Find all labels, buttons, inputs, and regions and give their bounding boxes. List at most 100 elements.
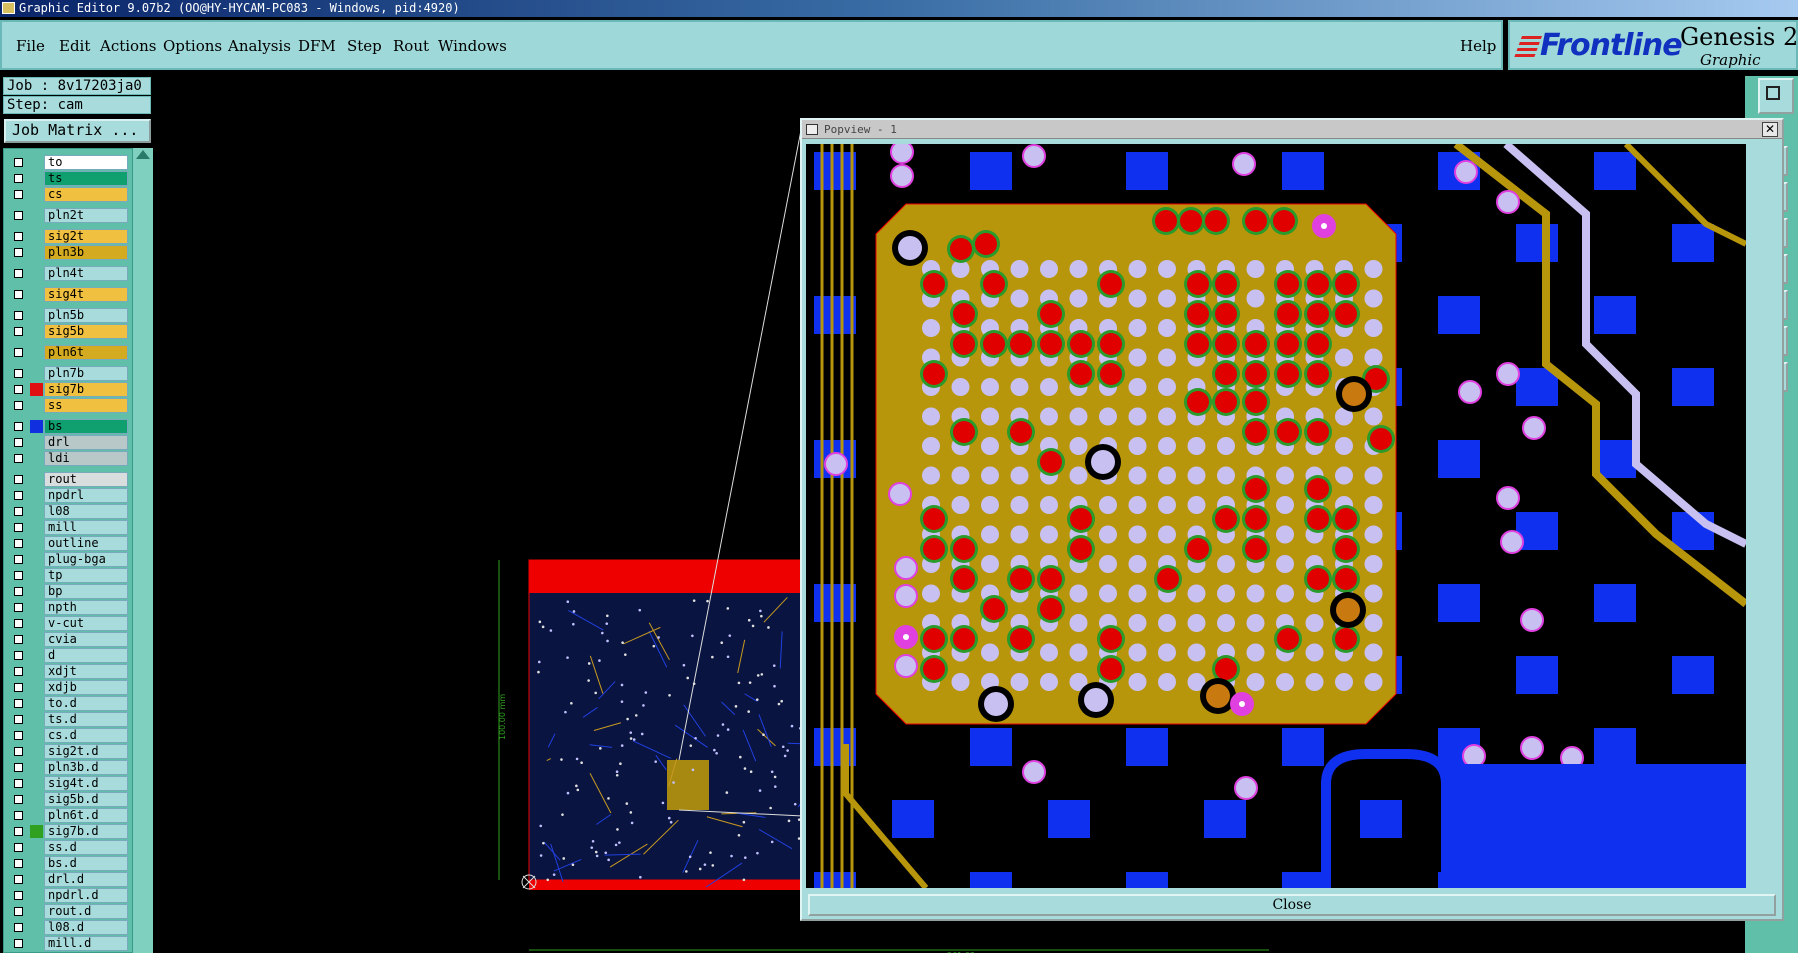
layer-name[interactable]: pln6t.d (44, 808, 128, 823)
popview-canvas[interactable] (806, 144, 1746, 888)
layer-name[interactable]: npth (44, 600, 128, 615)
layer-name[interactable]: pln3b.d (44, 760, 128, 775)
layer-row-sig7b[interactable]: sig7b (8, 382, 129, 397)
menu-rout[interactable]: Rout (393, 37, 429, 55)
layer-name[interactable]: l08.d (44, 920, 128, 935)
layer-row-pln4t[interactable]: pln4t (8, 266, 129, 281)
layer-row-sig7b.d[interactable]: sig7b.d (8, 824, 129, 839)
layer-checkbox[interactable] (14, 475, 23, 484)
layer-checkbox[interactable] (14, 715, 23, 724)
menu-dfm[interactable]: DFM (298, 37, 336, 55)
layer-checkbox[interactable] (14, 290, 23, 299)
layer-name[interactable]: pln5b (44, 308, 128, 323)
layer-row-to.d[interactable]: to.d (8, 696, 129, 711)
layer-checkbox[interactable] (14, 401, 23, 410)
layer-list-scrollbar[interactable] (132, 148, 153, 953)
layer-row-pln7b[interactable]: pln7b (8, 366, 129, 381)
layer-name[interactable]: cs.d (44, 728, 128, 743)
layer-name[interactable]: pln7b (44, 366, 128, 381)
layer-name[interactable]: to.d (44, 696, 128, 711)
layer-row-bp[interactable]: bp (8, 584, 129, 599)
scroll-up-arrow-icon[interactable] (136, 150, 150, 159)
layer-row-sig2t[interactable]: sig2t (8, 229, 129, 244)
layer-name[interactable]: tp (44, 568, 128, 583)
layer-row-bs[interactable]: bs (8, 419, 129, 434)
layer-checkbox[interactable] (14, 491, 23, 500)
layer-row-ts[interactable]: ts (8, 171, 129, 186)
layer-checkbox[interactable] (14, 190, 23, 199)
layer-name[interactable]: pln2t (44, 208, 128, 223)
close-button[interactable]: Close (808, 894, 1776, 916)
menu-windows[interactable]: Windows (438, 37, 507, 55)
layer-checkbox[interactable] (14, 232, 23, 241)
layer-name[interactable]: d (44, 648, 128, 663)
layer-checkbox[interactable] (14, 923, 23, 932)
layer-name[interactable]: ts.d (44, 712, 128, 727)
layer-checkbox[interactable] (14, 699, 23, 708)
menu-actions[interactable]: Actions (100, 37, 156, 55)
layer-checkbox[interactable] (14, 667, 23, 676)
layer-name[interactable]: pln3b (44, 245, 128, 260)
layer-name[interactable]: cs (44, 187, 128, 202)
layer-name[interactable]: sig5b.d (44, 792, 128, 807)
menu-step[interactable]: Step (347, 37, 382, 55)
layer-name[interactable]: xdjt (44, 664, 128, 679)
layer-name[interactable]: sig7b.d (44, 824, 128, 839)
layer-row-tp[interactable]: tp (8, 568, 129, 583)
layer-row-xdjt[interactable]: xdjt (8, 664, 129, 679)
layer-checkbox[interactable] (14, 747, 23, 756)
layer-checkbox[interactable] (14, 683, 23, 692)
layer-row-outline[interactable]: outline (8, 536, 129, 551)
layer-checkbox[interactable] (14, 454, 23, 463)
layer-checkbox[interactable] (14, 327, 23, 336)
layer-checkbox[interactable] (14, 269, 23, 278)
layer-row-pln3b.d[interactable]: pln3b.d (8, 760, 129, 775)
layer-row-npdrl[interactable]: npdrl (8, 488, 129, 503)
layer-name[interactable]: pln4t (44, 266, 128, 281)
layer-checkbox[interactable] (14, 779, 23, 788)
layer-row-rout.d[interactable]: rout.d (8, 904, 129, 919)
menu-edit[interactable]: Edit (59, 37, 90, 55)
menu-file[interactable]: File (16, 37, 45, 55)
layer-row-ss.d[interactable]: ss.d (8, 840, 129, 855)
layer-checkbox[interactable] (14, 539, 23, 548)
layer-checkbox[interactable] (14, 907, 23, 916)
layer-row-pln6t[interactable]: pln6t (8, 345, 129, 360)
layer-name[interactable]: to (44, 155, 128, 170)
layer-name[interactable]: ss.d (44, 840, 128, 855)
layer-checkbox[interactable] (14, 158, 23, 167)
layer-name[interactable]: ts (44, 171, 128, 186)
layer-row-v-cut[interactable]: v-cut (8, 616, 129, 631)
layer-name[interactable]: plug-bga (44, 552, 128, 567)
layer-name[interactable]: mill (44, 520, 128, 535)
layer-checkbox[interactable] (14, 859, 23, 868)
layer-row-d[interactable]: d (8, 648, 129, 663)
layer-checkbox[interactable] (14, 571, 23, 580)
layer-checkbox[interactable] (14, 763, 23, 772)
layer-checkbox[interactable] (14, 555, 23, 564)
layer-name[interactable]: drl.d (44, 872, 128, 887)
layer-name[interactable]: sig4t.d (44, 776, 128, 791)
layer-checkbox[interactable] (14, 507, 23, 516)
layer-checkbox[interactable] (14, 385, 23, 394)
layer-checkbox[interactable] (14, 731, 23, 740)
layer-checkbox[interactable] (14, 795, 23, 804)
layer-checkbox[interactable] (14, 619, 23, 628)
layer-row-drl[interactable]: drl (8, 435, 129, 450)
layer-row-ldi[interactable]: ldi (8, 451, 129, 466)
layer-row-ts.d[interactable]: ts.d (8, 712, 129, 727)
layer-checkbox[interactable] (14, 587, 23, 596)
layer-checkbox[interactable] (14, 523, 23, 532)
layer-row-pln3b[interactable]: pln3b (8, 245, 129, 260)
layer-name[interactable]: sig2t.d (44, 744, 128, 759)
layer-row-npth[interactable]: npth (8, 600, 129, 615)
layer-name[interactable]: rout.d (44, 904, 128, 919)
layer-name[interactable]: pln6t (44, 345, 128, 360)
menu-options[interactable]: Options (163, 37, 222, 55)
layer-checkbox[interactable] (14, 369, 23, 378)
layer-checkbox[interactable] (14, 211, 23, 220)
layer-checkbox[interactable] (14, 603, 23, 612)
layer-row-drl.d[interactable]: drl.d (8, 872, 129, 887)
layer-name[interactable]: mill.d (44, 936, 128, 951)
layer-checkbox[interactable] (14, 348, 23, 357)
